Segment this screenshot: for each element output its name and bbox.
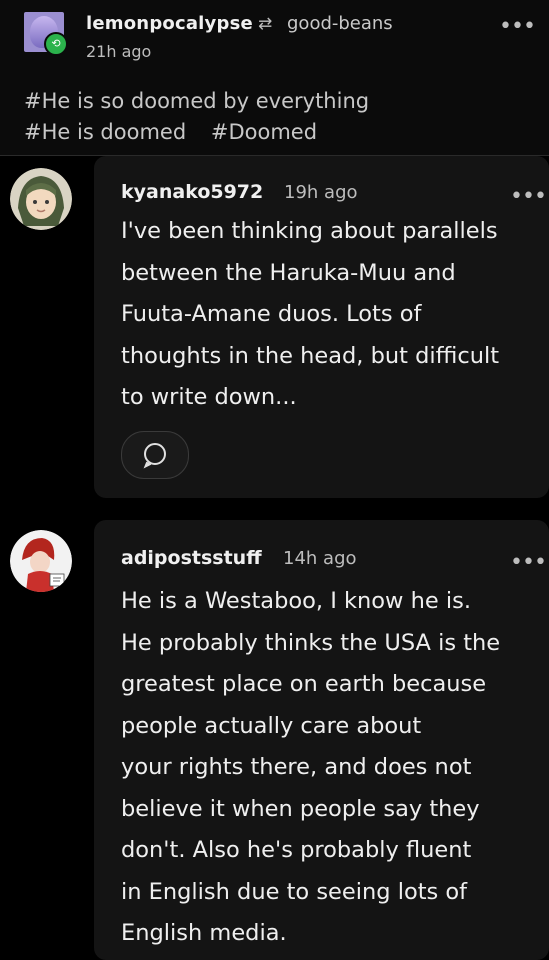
avatar-image [10, 168, 72, 230]
reply-timestamp: 19h ago [284, 182, 358, 203]
reply-avatar[interactable] [10, 168, 72, 230]
tag[interactable]: #He is doomed [24, 117, 186, 148]
reply-username[interactable]: kyanako5972 [121, 181, 263, 203]
reply-more-icon[interactable]: ••• [510, 186, 547, 208]
avatar-image [10, 530, 72, 592]
post-more-icon[interactable]: ••• [499, 16, 536, 38]
reply-more-icon[interactable]: ••• [510, 552, 547, 574]
reblogged-from-username[interactable]: good-beans [287, 13, 393, 34]
reply-avatar[interactable] [10, 530, 72, 592]
reply-button[interactable] [121, 431, 189, 479]
tag[interactable]: #He is so doomed by everything [24, 86, 369, 117]
reply-card: adipostsstuff 14h ago ••• He is a Westab… [94, 520, 549, 960]
reply-username[interactable]: adipostsstuff [121, 547, 262, 569]
reblog-icon: ⇄ [258, 14, 273, 34]
reply-text: I've been thinking about parallels betwe… [121, 218, 500, 410]
reply-card: kyanako5972 19h ago ••• I've been thinki… [94, 156, 549, 498]
tag[interactable]: #Doomed [211, 117, 317, 148]
post-username[interactable]: lemonpocalypse [86, 13, 253, 34]
reply-bubble-icon [143, 443, 166, 469]
reblog-badge-icon: ⟲ [44, 32, 68, 56]
reply-text: He is a Westaboo, I know he is. He proba… [121, 588, 501, 946]
post-header: ⟲ lemonpocalypse ⇄ good-beans 21h ago ••… [0, 0, 549, 156]
post-tags: #He is so doomed by everything #He is do… [24, 86, 524, 148]
post-timestamp: 21h ago [86, 42, 152, 61]
reply-timestamp: 14h ago [283, 548, 357, 569]
